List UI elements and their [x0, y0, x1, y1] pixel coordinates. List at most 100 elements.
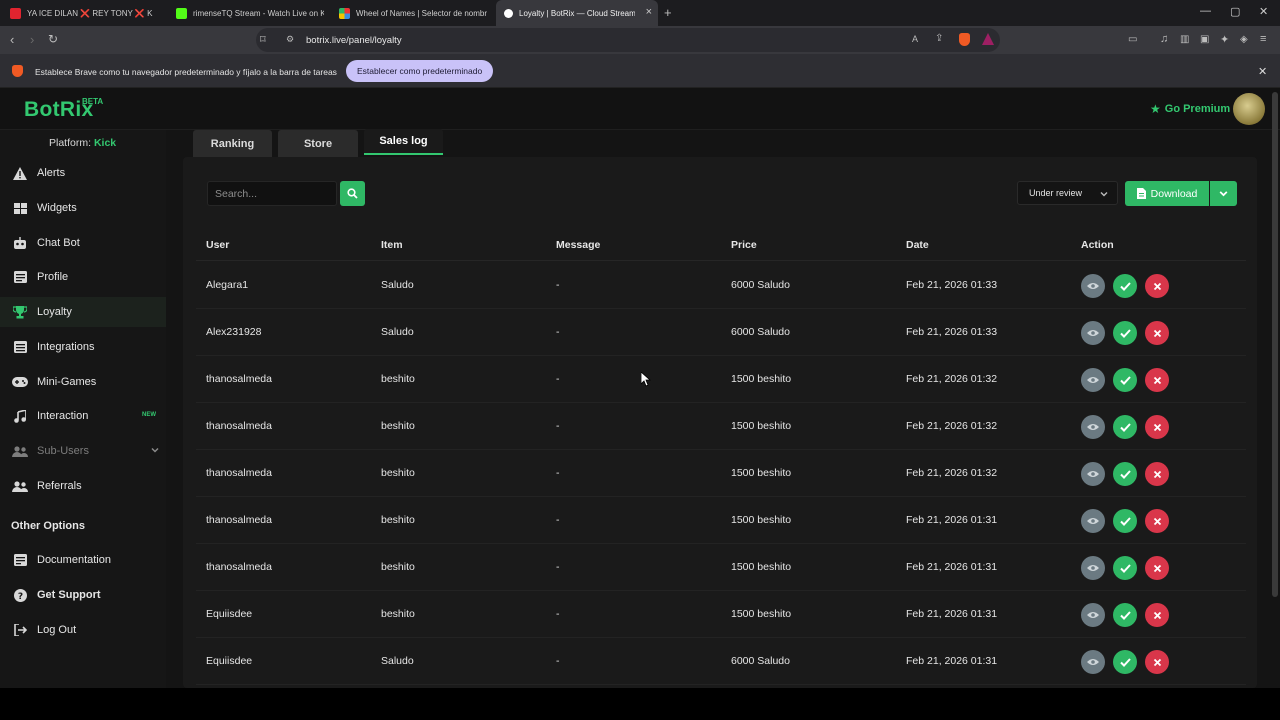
cell-message: -	[556, 514, 560, 526]
approve-button[interactable]	[1113, 556, 1137, 580]
cell-item: beshito	[381, 420, 415, 432]
view-button[interactable]	[1081, 650, 1105, 674]
check-icon	[1119, 563, 1131, 573]
minimize-icon[interactable]: —	[1200, 5, 1211, 17]
site-info-icon[interactable]: ⚙	[286, 34, 294, 45]
reject-button[interactable]	[1145, 509, 1169, 533]
browser-tab-active[interactable]: Loyalty | BotRix — Cloud Stream ×	[496, 0, 658, 26]
sidebar-item-interaction[interactable]: Interaction NEW	[0, 401, 166, 431]
reject-button[interactable]	[1145, 368, 1169, 392]
sidebar-item-get-support[interactable]: ? Get Support	[0, 580, 166, 610]
leo-ai-icon[interactable]: ✦	[1220, 33, 1229, 46]
music-note-icon	[12, 408, 28, 424]
tab-sales-log[interactable]: Sales log	[364, 129, 443, 155]
sidebar-item-label: Alerts	[37, 167, 66, 179]
sidebar-item-sub-users[interactable]: Sub-Users	[0, 436, 166, 466]
chevron-down-icon[interactable]	[150, 445, 160, 455]
approve-button[interactable]	[1113, 462, 1137, 486]
column-header-item[interactable]: Item	[381, 239, 403, 251]
menu-icon[interactable]: ≡	[1260, 33, 1266, 45]
download-options-button[interactable]	[1210, 181, 1237, 206]
reject-button[interactable]	[1145, 556, 1169, 580]
brave-shields-icon[interactable]	[959, 33, 970, 46]
sidebar-item-integrations[interactable]: Integrations	[0, 332, 166, 362]
view-button[interactable]	[1081, 509, 1105, 533]
close-window-icon[interactable]: ✕	[1259, 5, 1268, 18]
reject-button[interactable]	[1145, 415, 1169, 439]
brave-rewards-icon[interactable]	[982, 33, 994, 45]
reject-button[interactable]	[1145, 274, 1169, 298]
avatar[interactable]	[1233, 93, 1265, 125]
reject-button[interactable]	[1145, 603, 1169, 627]
new-badge: NEW	[142, 412, 156, 418]
logout-icon	[12, 622, 28, 638]
set-default-button[interactable]: Establecer como predeterminado	[346, 60, 494, 82]
view-button[interactable]	[1081, 462, 1105, 486]
browser-tab[interactable]: YA ICE DILAN ❌ REY TONY ❌ K	[10, 0, 160, 26]
sidebar-item-alerts[interactable]: Alerts	[0, 158, 166, 188]
tab-ranking[interactable]: Ranking	[193, 130, 272, 157]
close-infobar-icon[interactable]: ✕	[1258, 65, 1267, 78]
sidebar-item-referrals[interactable]: Referrals	[0, 471, 166, 501]
view-button[interactable]	[1081, 415, 1105, 439]
tab-store[interactable]: Store	[278, 130, 358, 157]
approve-button[interactable]	[1113, 368, 1137, 392]
browser-tab[interactable]: rimenseTQ Stream - Watch Live on Ki	[176, 0, 324, 26]
approve-button[interactable]	[1113, 509, 1137, 533]
download-button[interactable]: Download	[1125, 181, 1209, 206]
new-tab-icon[interactable]: +	[664, 5, 672, 20]
column-header-user[interactable]: User	[206, 239, 229, 251]
forward-icon[interactable]: ›	[30, 32, 34, 47]
sidebar-item-chat-bot[interactable]: Chat Bot	[0, 228, 166, 258]
table-row: Alegara1 Saludo - 6000 Saludo Feb 21, 2026 0…	[196, 262, 1246, 309]
search-input[interactable]	[207, 181, 337, 206]
browser-tab[interactable]: Wheel of Names | Selector de nombr	[339, 0, 487, 26]
bookmark-icon[interactable]: ⌑	[260, 33, 266, 46]
approve-button[interactable]	[1113, 321, 1137, 345]
view-button[interactable]	[1081, 368, 1105, 392]
reject-button[interactable]	[1145, 321, 1169, 345]
sidebar-item-loyalty[interactable]: Loyalty	[0, 297, 166, 327]
translate-icon[interactable]: A	[912, 34, 918, 44]
close-tab-icon[interactable]: ×	[646, 6, 652, 18]
beta-badge: BETA	[82, 97, 104, 106]
view-button[interactable]	[1081, 321, 1105, 345]
close-icon	[1153, 517, 1162, 526]
search-button[interactable]	[340, 181, 365, 206]
cell-user: thanosalmeda	[206, 420, 272, 432]
reader-icon[interactable]: ▥	[1180, 34, 1189, 45]
wallet-icon[interactable]: ▣	[1200, 34, 1209, 45]
approve-button[interactable]	[1113, 274, 1137, 298]
sidebar-item-mini-games[interactable]: Mini-Games	[0, 367, 166, 397]
maximize-icon[interactable]: ▢	[1230, 5, 1240, 18]
sidebar-item-profile[interactable]: Profile	[0, 262, 166, 292]
column-header-price[interactable]: Price	[731, 239, 757, 251]
go-premium-button[interactable]: ★ Go Premium	[1150, 102, 1230, 116]
media-icon[interactable]: ♫	[1160, 33, 1168, 45]
share-icon[interactable]: ⇪	[935, 33, 943, 44]
sidebar-item-widgets[interactable]: Widgets	[0, 193, 166, 223]
view-button[interactable]	[1081, 274, 1105, 298]
chevron-down-icon	[1219, 191, 1228, 197]
approve-button[interactable]	[1113, 603, 1137, 627]
close-icon	[1153, 376, 1162, 385]
sidebar-item-log-out[interactable]: Log Out	[0, 615, 166, 645]
column-header-date[interactable]: Date	[906, 239, 929, 251]
column-header-message[interactable]: Message	[556, 239, 600, 251]
reject-button[interactable]	[1145, 650, 1169, 674]
sidebar-item-documentation[interactable]: Documentation	[0, 545, 166, 575]
view-button[interactable]	[1081, 603, 1105, 627]
cell-message: -	[556, 467, 560, 479]
reload-icon[interactable]: ↻	[48, 32, 58, 46]
page-scrollbar[interactable]	[1272, 92, 1278, 597]
sidebar-toggle-icon[interactable]: ▭	[1128, 34, 1137, 45]
view-button[interactable]	[1081, 556, 1105, 580]
browser-toolbar: ‹ › ↻ ⌑ ⚙ botrix.live/panel/loyalty A ⇪ …	[0, 26, 1280, 54]
status-filter-select[interactable]: Under review	[1017, 181, 1118, 205]
address-bar[interactable]: ⌑ ⚙ botrix.live/panel/loyalty A ⇪	[256, 28, 1000, 52]
back-icon[interactable]: ‹	[10, 32, 14, 47]
vpn-icon[interactable]: ◈	[1240, 34, 1248, 45]
approve-button[interactable]	[1113, 415, 1137, 439]
approve-button[interactable]	[1113, 650, 1137, 674]
reject-button[interactable]	[1145, 462, 1169, 486]
